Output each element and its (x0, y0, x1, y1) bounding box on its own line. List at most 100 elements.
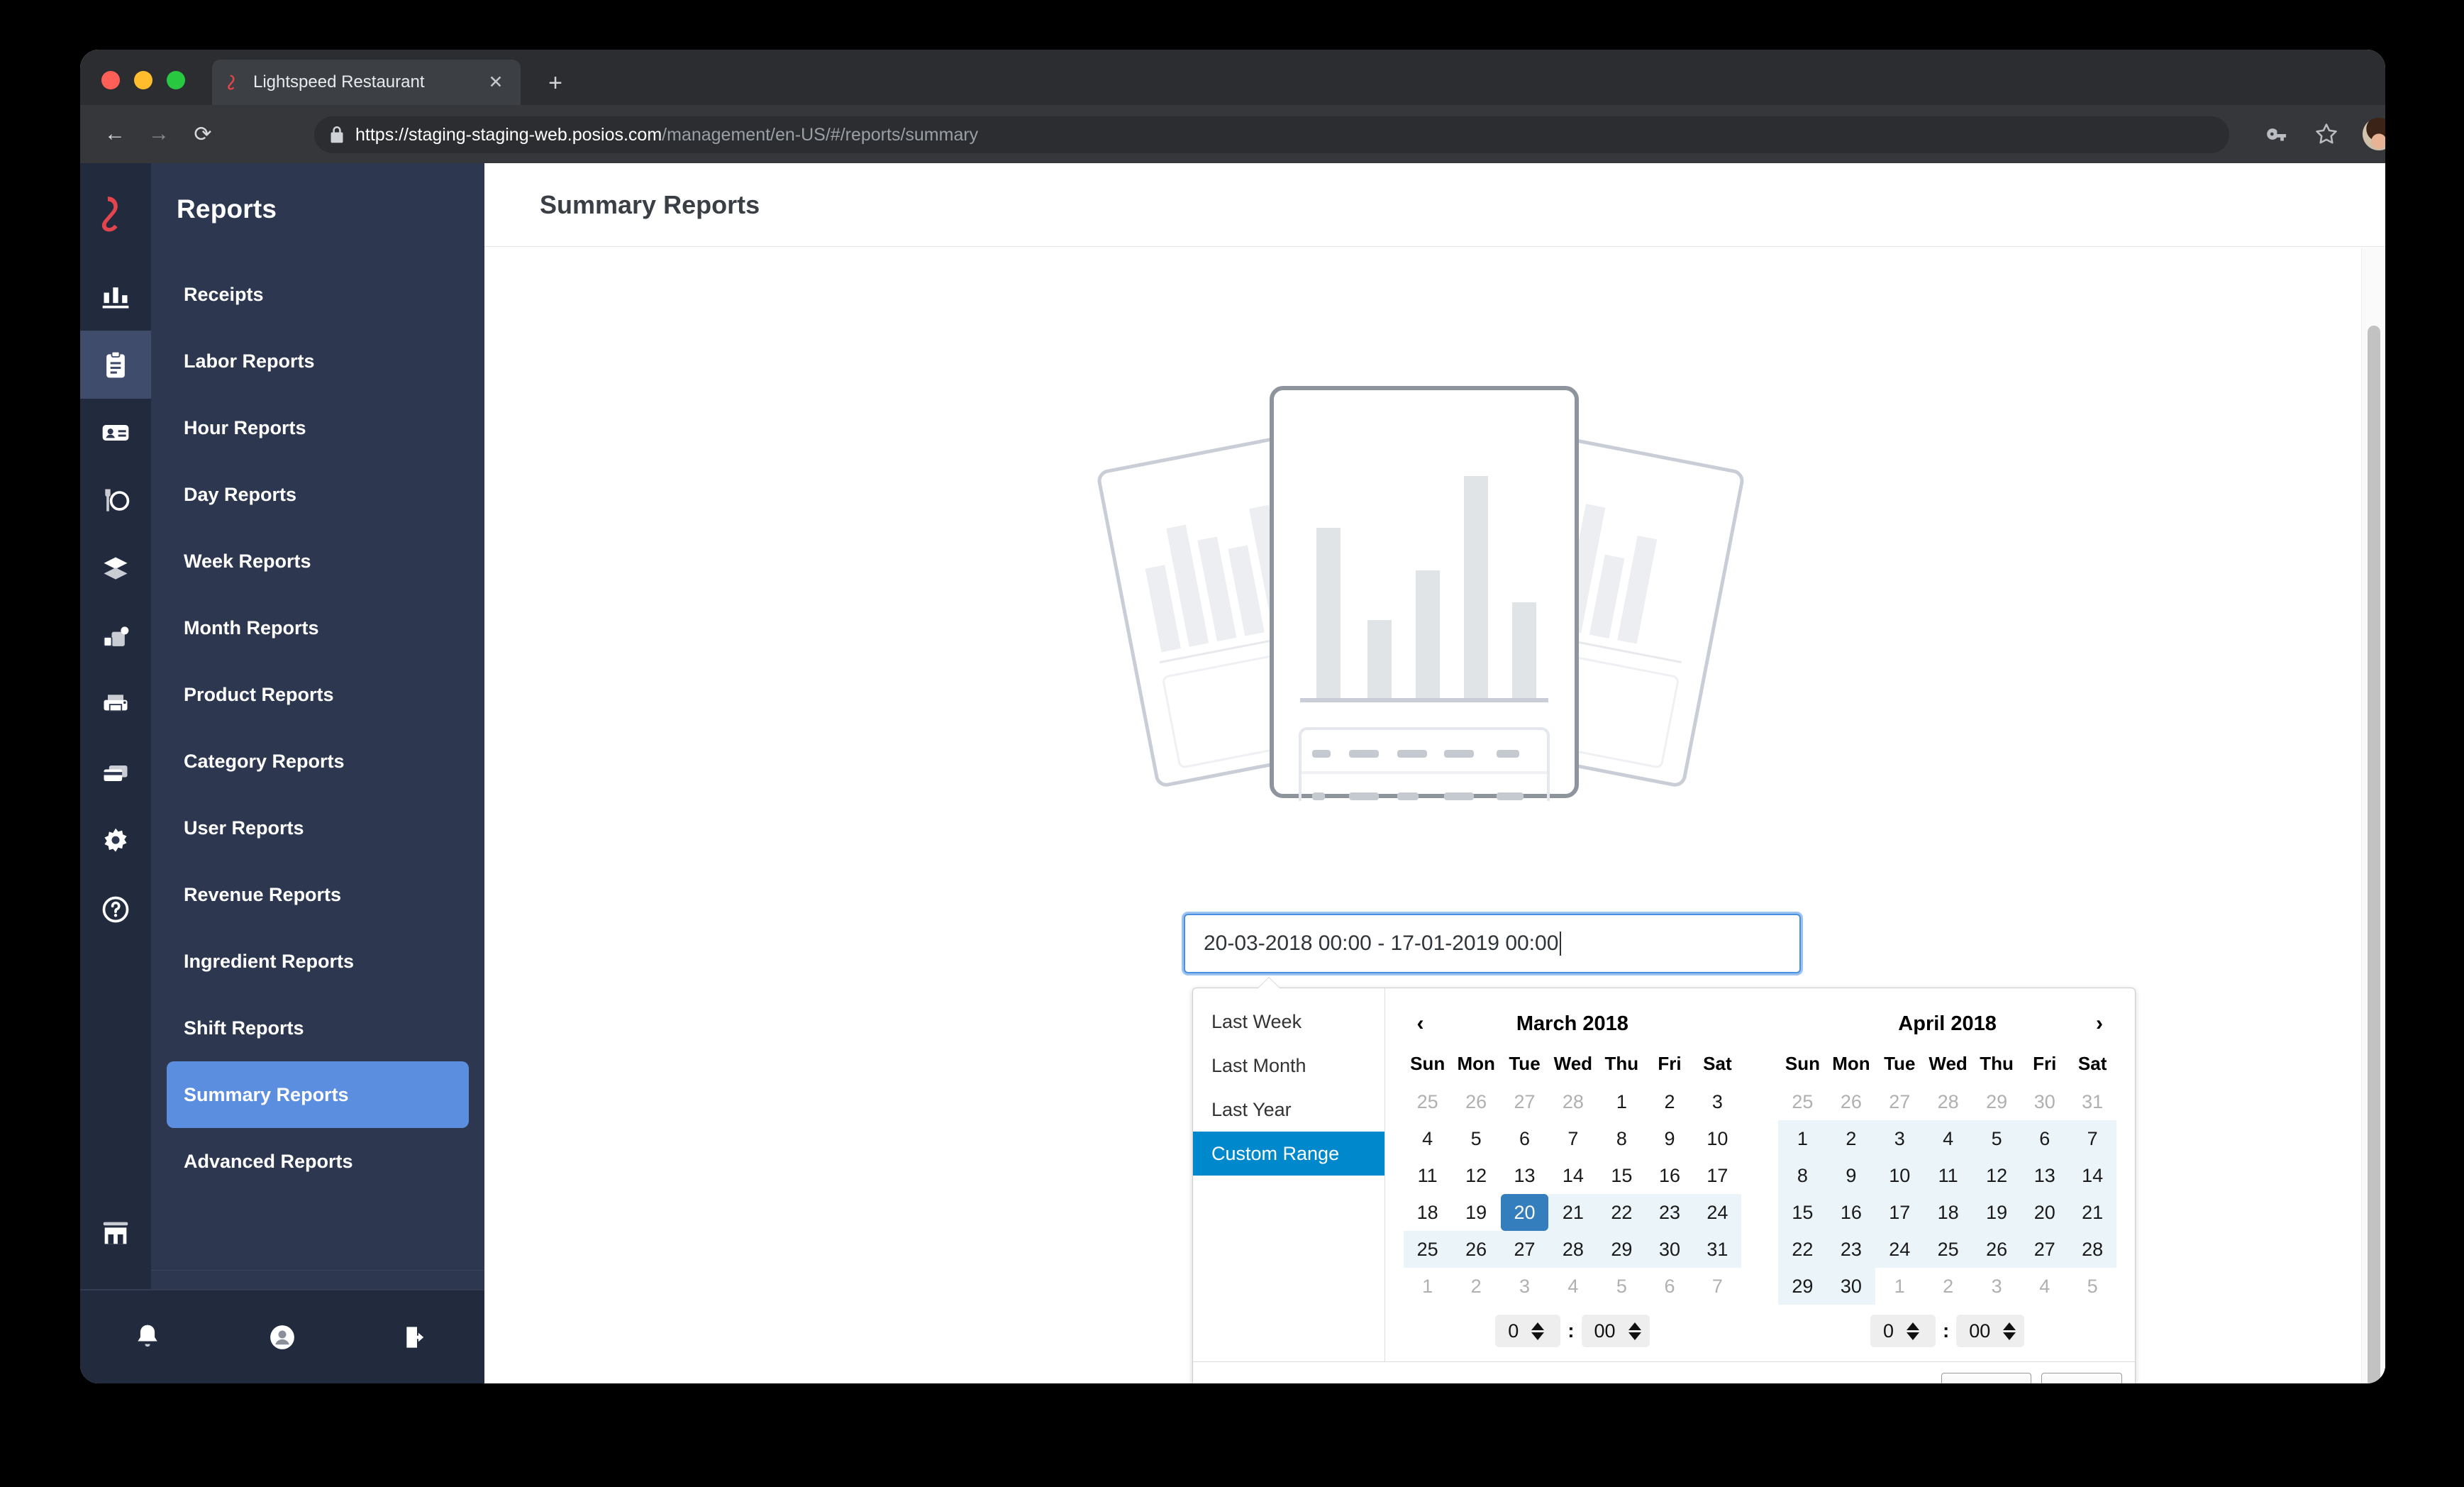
calendar-day[interactable]: 3 (1875, 1120, 1924, 1157)
calendar-day[interactable]: 4 (2021, 1268, 2068, 1305)
hour-select-left[interactable]: 0 (1495, 1315, 1561, 1347)
calendar-day[interactable]: 25 (1778, 1083, 1826, 1120)
sidebar-item-receipts[interactable]: Receipts (167, 261, 469, 328)
calendar-day[interactable]: 25 (1404, 1083, 1452, 1120)
calendar-day[interactable]: 26 (1451, 1231, 1501, 1268)
calendar-day[interactable]: 22 (1778, 1231, 1827, 1268)
calendar-day[interactable]: 7 (1548, 1120, 1597, 1157)
sidebar-item-product-reports[interactable]: Product Reports (167, 661, 469, 728)
gear-icon[interactable] (80, 807, 151, 875)
window-close-button[interactable] (101, 71, 120, 89)
calendar-day[interactable]: 6 (1646, 1268, 1693, 1305)
vertical-scrollbar[interactable] (2361, 248, 2385, 1383)
calendar-day[interactable]: 7 (1694, 1268, 1742, 1305)
scrollbar-thumb[interactable] (2368, 326, 2380, 1383)
calendar-day[interactable]: 25 (1403, 1231, 1452, 1268)
preset-last-month[interactable]: Last Month (1193, 1044, 1384, 1088)
next-month-icon[interactable]: › (2082, 1012, 2116, 1036)
calendar-day[interactable]: 5 (1452, 1120, 1501, 1157)
preset-custom-range[interactable]: Custom Range (1193, 1132, 1384, 1176)
calendar-day[interactable]: 26 (1452, 1083, 1501, 1120)
sidebar-item-month-reports[interactable]: Month Reports (167, 595, 469, 661)
calendar-day[interactable]: 8 (1778, 1157, 1827, 1194)
calendar-day[interactable]: 31 (2068, 1083, 2116, 1120)
apply-button[interactable]: Apply (2041, 1373, 2122, 1383)
calendar-day[interactable]: 25 (1924, 1231, 1972, 1268)
devices-icon[interactable] (80, 603, 151, 671)
calendar-day[interactable]: 16 (1826, 1194, 1876, 1231)
contact-card-icon[interactable] (80, 399, 151, 467)
payment-card-icon[interactable] (80, 739, 151, 807)
calendar-day[interactable]: 21 (2068, 1194, 2116, 1231)
calendar-day[interactable]: 10 (1875, 1157, 1924, 1194)
calendar-day[interactable]: 14 (1548, 1157, 1597, 1194)
window-maximize-button[interactable] (167, 71, 185, 89)
calendar-day[interactable]: 1 (1597, 1083, 1646, 1120)
logout-icon[interactable] (397, 1317, 437, 1357)
calendar-day[interactable]: 8 (1597, 1120, 1646, 1157)
calendar-day[interactable]: 27 (2021, 1231, 2069, 1268)
calendar-day[interactable]: 24 (1875, 1231, 1924, 1268)
dining-icon[interactable] (80, 467, 151, 535)
sidebar-item-ingredient-reports[interactable]: Ingredient Reports (167, 928, 469, 995)
layers-icon[interactable] (80, 535, 151, 603)
calendar-day[interactable]: 30 (1826, 1268, 1876, 1305)
calendar-day[interactable]: 17 (1875, 1194, 1924, 1231)
calendar-day[interactable]: 10 (1694, 1120, 1742, 1157)
forward-icon[interactable]: → (144, 119, 174, 149)
calendar-day[interactable]: 19 (1972, 1194, 2021, 1231)
calendar-day[interactable]: 1 (1875, 1268, 1924, 1305)
calendar-day[interactable]: 14 (2068, 1157, 2116, 1194)
calendar-day[interactable]: 12 (1972, 1157, 2021, 1194)
calendar-day[interactable]: 26 (1972, 1231, 2021, 1268)
calendar-day[interactable]: 4 (1924, 1120, 1972, 1157)
calendar-day[interactable]: 4 (1404, 1120, 1452, 1157)
sidebar-item-advanced-reports[interactable]: Advanced Reports (167, 1128, 469, 1195)
calendar-day[interactable]: 26 (1827, 1083, 1876, 1120)
calendar-day[interactable]: 31 (1693, 1231, 1742, 1268)
minute-select-left[interactable]: 00 (1581, 1315, 1650, 1347)
calendar-day[interactable]: 19 (1452, 1194, 1501, 1231)
sidebar-item-labor-reports[interactable]: Labor Reports (167, 328, 469, 394)
hour-stepper-right[interactable] (1906, 1322, 1919, 1340)
close-icon[interactable]: ✕ (484, 70, 508, 94)
calendar-day[interactable]: 3 (1694, 1083, 1742, 1120)
hour-select-right[interactable]: 0 (1870, 1315, 1936, 1347)
reload-icon[interactable]: ⟳ (188, 119, 218, 149)
calendar-day[interactable]: 5 (1972, 1120, 2021, 1157)
calendar-day[interactable]: 6 (2021, 1120, 2069, 1157)
sidebar-item-revenue-reports[interactable]: Revenue Reports (167, 861, 469, 928)
calendar-day[interactable]: 28 (1548, 1231, 1598, 1268)
sidebar-item-day-reports[interactable]: Day Reports (167, 461, 469, 528)
clipboard-icon[interactable] (80, 331, 151, 399)
calendar-day[interactable]: 29 (1778, 1268, 1827, 1305)
calendar-day[interactable]: 5 (1597, 1268, 1646, 1305)
key-icon[interactable] (2265, 121, 2292, 148)
calendar-day[interactable]: 27 (1501, 1083, 1549, 1120)
calendar-day[interactable]: 22 (1597, 1194, 1646, 1231)
calendar-day[interactable]: 24 (1693, 1194, 1742, 1231)
sidebar-item-hour-reports[interactable]: Hour Reports (167, 394, 469, 461)
calendar-day[interactable]: 13 (1501, 1157, 1549, 1194)
new-tab-button[interactable]: + (541, 71, 570, 99)
sidebar-item-user-reports[interactable]: User Reports (167, 795, 469, 861)
calendar-day[interactable]: 2 (1646, 1083, 1693, 1120)
sidebar-item-summary-reports[interactable]: Summary Reports (167, 1061, 469, 1128)
calendar-day[interactable]: 9 (1826, 1157, 1876, 1194)
calendar-day[interactable]: 23 (1646, 1194, 1694, 1231)
calendar-day[interactable]: 6 (1501, 1120, 1549, 1157)
calendar-day[interactable]: 29 (1972, 1083, 2021, 1120)
calendar-day[interactable]: 15 (1597, 1157, 1646, 1194)
help-circle-icon[interactable] (80, 875, 151, 944)
calendar-day[interactable]: 28 (1548, 1083, 1597, 1120)
window-minimize-button[interactable] (134, 71, 152, 89)
calendar-day[interactable]: 15 (1778, 1194, 1827, 1231)
date-range-input[interactable]: 20-03-2018 00:00 - 17-01-2019 00:00 (1184, 914, 1801, 973)
calendar-day[interactable]: 30 (1646, 1231, 1694, 1268)
calendar-day[interactable]: 3 (1501, 1268, 1549, 1305)
calendar-day[interactable]: 18 (1924, 1194, 1972, 1231)
preset-last-year[interactable]: Last Year (1193, 1088, 1384, 1132)
calendar-day[interactable]: 9 (1646, 1120, 1693, 1157)
calendar-day[interactable]: 28 (2068, 1231, 2116, 1268)
calendar-day[interactable]: 27 (1500, 1231, 1549, 1268)
